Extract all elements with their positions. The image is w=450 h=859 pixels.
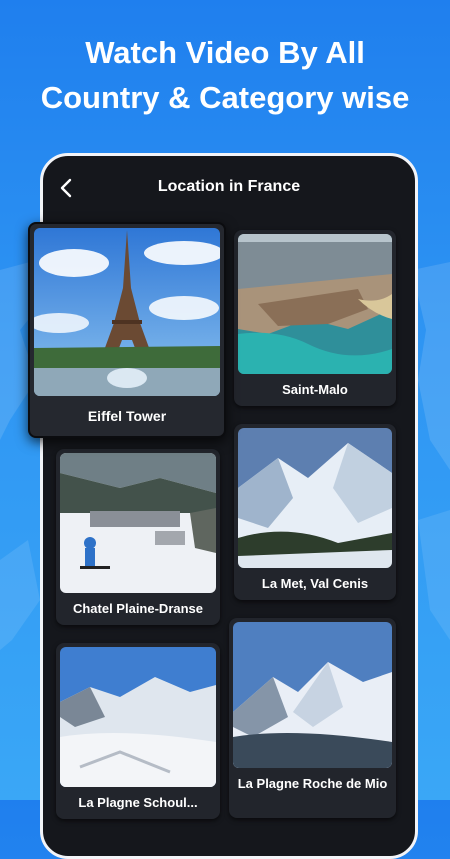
- location-thumbnail: [34, 228, 220, 396]
- headline-line-1: Watch Video By All: [85, 35, 365, 70]
- location-card-la-met-val-cenis[interactable]: La Met, Val Cenis: [234, 424, 396, 600]
- location-label: Eiffel Tower: [87, 408, 167, 424]
- promo-headline: Watch Video By All Country & Category wi…: [0, 30, 450, 120]
- location-thumbnail: [60, 453, 216, 593]
- location-label: La Plagne Schoul...: [78, 795, 198, 810]
- location-thumbnail: [60, 647, 216, 787]
- location-thumbnail: [238, 234, 392, 374]
- location-label: La Plagne Roche de Mio: [237, 776, 388, 791]
- location-thumbnail: [233, 622, 392, 768]
- location-card-chatel-plaine-dranse[interactable]: Chatel Plaine-Dranse: [56, 449, 220, 625]
- location-card-eiffel-tower[interactable]: Eiffel Tower: [28, 222, 226, 438]
- location-label: Saint-Malo: [282, 382, 348, 397]
- location-thumbnail: [238, 428, 392, 568]
- screen-title: Location in France: [157, 178, 301, 195]
- location-card-la-plagne-roche-de-mio[interactable]: La Plagne Roche de Mio: [229, 618, 396, 818]
- location-card-saint-malo[interactable]: Saint-Malo: [234, 230, 396, 406]
- location-card-la-plagne-schoul[interactable]: La Plagne Schoul...: [56, 643, 220, 819]
- headline-line-2: Country & Category wise: [40, 80, 410, 115]
- location-label: La Met, Val Cenis: [261, 576, 369, 591]
- location-label: Chatel Plaine-Dranse: [72, 601, 204, 616]
- top-bar: Location in France: [43, 156, 415, 218]
